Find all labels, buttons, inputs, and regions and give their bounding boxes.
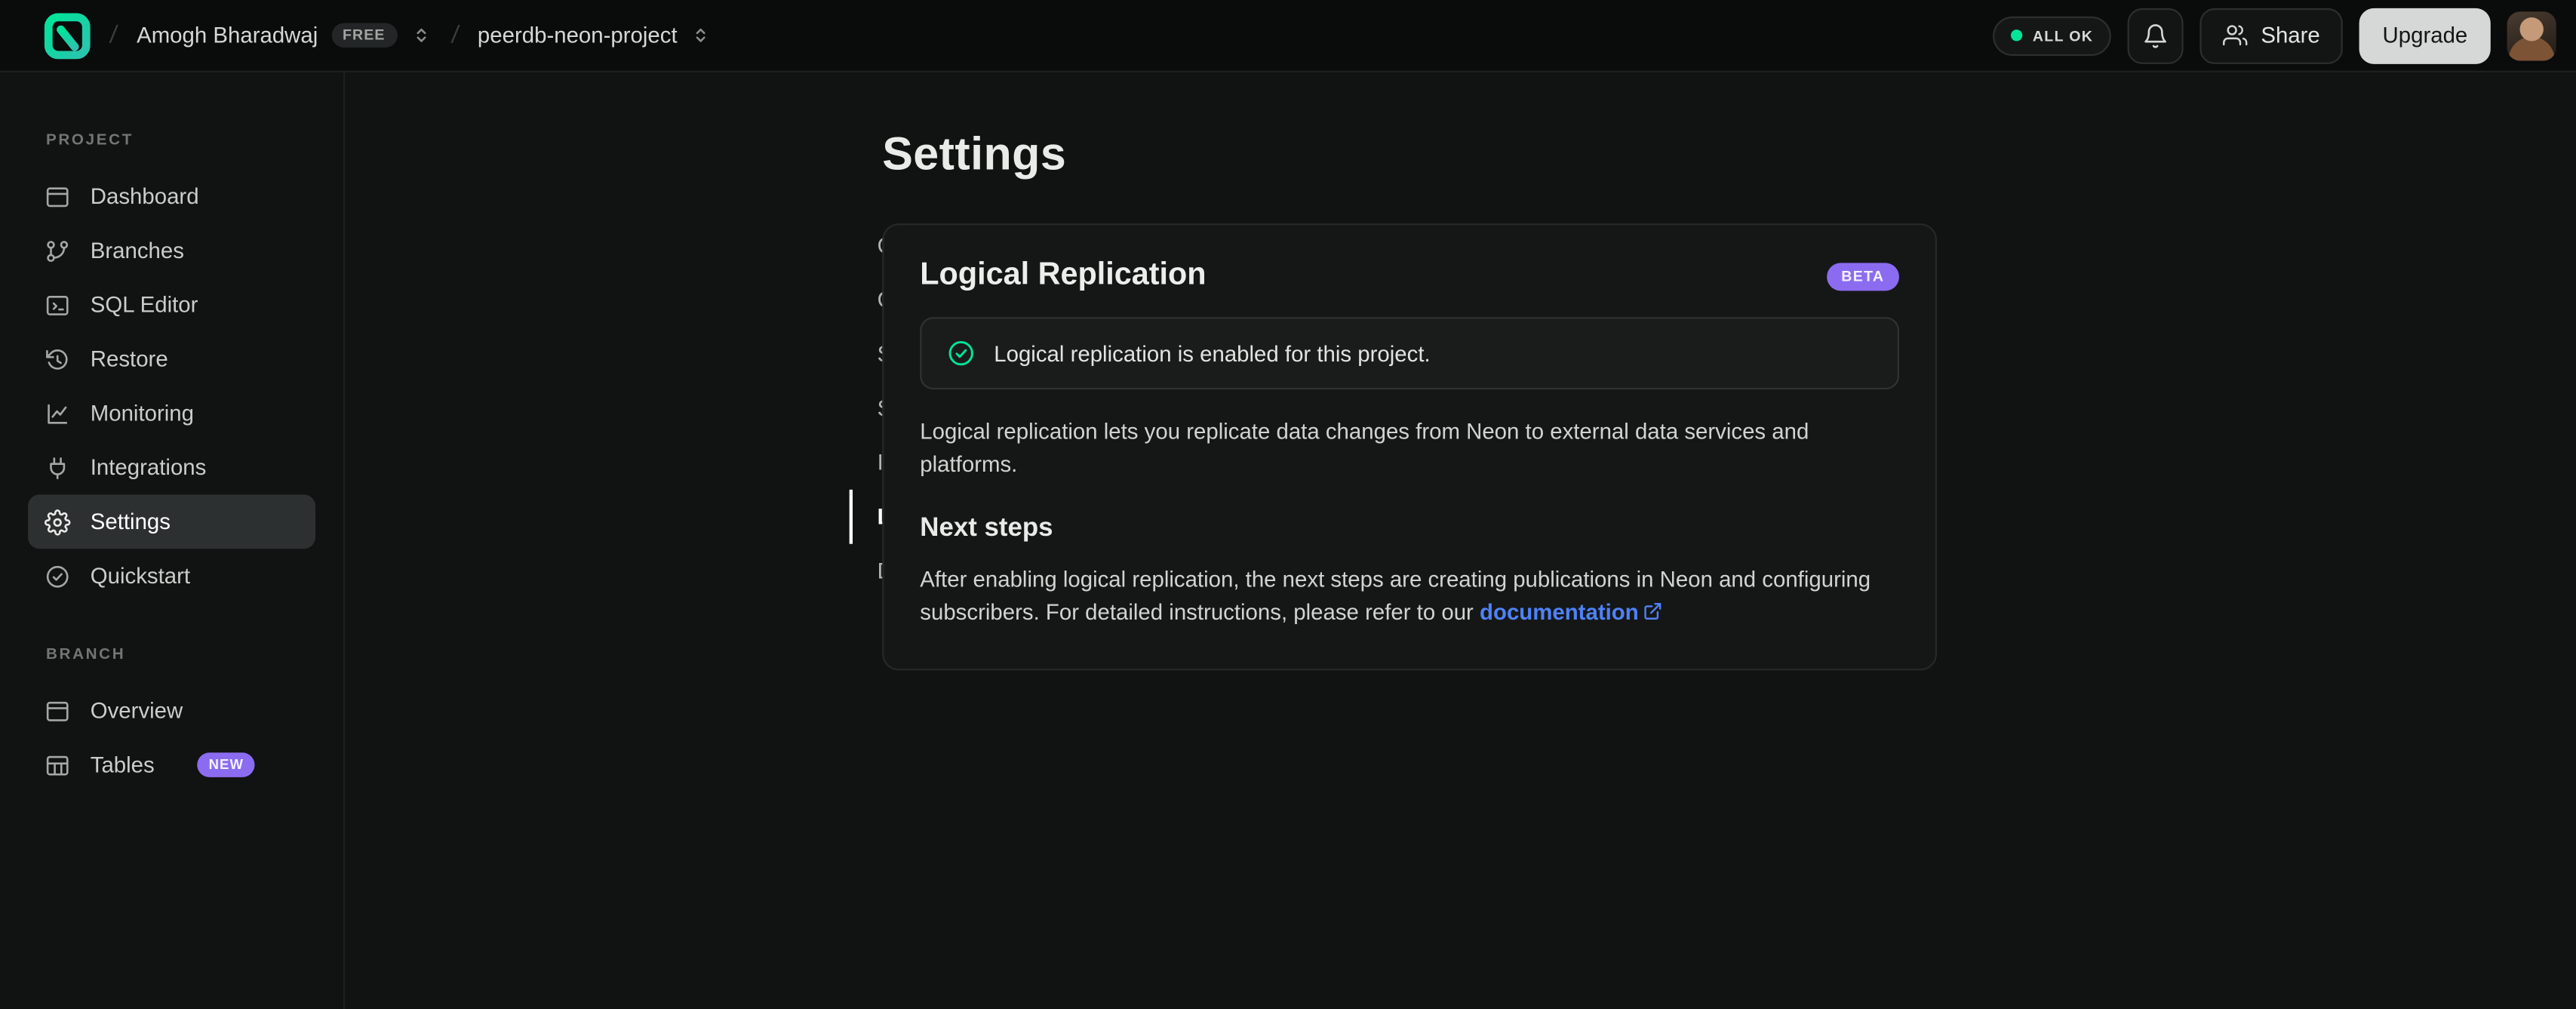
tables-icon [46, 755, 69, 775]
breadcrumb-separator: / [449, 21, 460, 50]
sidebar-item-label: Quickstart [90, 563, 191, 589]
quickstart-check-icon [46, 564, 69, 587]
enabled-banner-text: Logical replication is enabled for this … [994, 340, 1431, 366]
branches-icon [47, 240, 69, 261]
sidebar-item-overview[interactable]: Overview [28, 684, 315, 738]
next-steps-text: After enabling logical replication, the … [920, 564, 1899, 629]
share-button[interactable]: Share [2199, 7, 2344, 63]
sidebar-item-dashboard[interactable]: Dashboard [28, 169, 315, 223]
plan-badge: FREE [330, 23, 397, 48]
status-label: ALL OK [2032, 26, 2094, 44]
integrations-icon [50, 457, 66, 478]
neon-logo-icon[interactable] [44, 12, 91, 59]
org-selector[interactable]: Amogh Bharadwaj FREE [137, 23, 431, 48]
monitoring-icon [48, 403, 68, 423]
sidebar-item-restore[interactable]: Restore [28, 332, 315, 386]
sidebar-item-quickstart[interactable]: Quickstart [28, 549, 315, 603]
beta-badge: BETA [1826, 262, 1899, 291]
sidebar-section-project: PROJECT [45, 131, 134, 150]
sidebar-item-monitoring[interactable]: Monitoring [28, 386, 315, 441]
overview-icon [46, 700, 69, 721]
sql-editor-icon [46, 294, 69, 315]
documentation-link[interactable]: documentation [1480, 600, 1639, 625]
status-pill[interactable]: ALL OK [1993, 15, 2112, 55]
card-title: Logical Replication [920, 257, 1207, 293]
replication-description: Logical replication lets you replicate d… [920, 419, 1809, 477]
sidebar-item-tables[interactable]: Tables NEW [28, 738, 315, 792]
external-link-icon [1645, 602, 1662, 620]
sidebar-item-label: Tables [90, 752, 155, 777]
logical-replication-card: Logical Replication BETA Logical replica… [882, 223, 1938, 671]
page-title: Settings [882, 128, 1067, 180]
sidebar-item-label: Restore [90, 346, 168, 372]
bell-icon [2144, 23, 2167, 48]
sidebar-item-label: Overview [90, 698, 183, 724]
sidebar-item-label: SQL Editor [90, 292, 198, 318]
sidebar-item-label: Settings [90, 509, 171, 534]
sidebar: PROJECT Dashboard Branches SQL Editor Re… [0, 72, 346, 1009]
sidebar-item-label: Dashboard [90, 183, 199, 209]
status-ok-dot [2011, 29, 2023, 42]
enabled-banner: Logical replication is enabled for this … [920, 317, 1899, 390]
main-content: Settings General Compute Storage Sharing… [345, 72, 2576, 1009]
chevrons-up-down-icon [696, 28, 706, 42]
project-name: peerdb-neon-project [477, 23, 678, 48]
check-circle-icon [948, 340, 973, 366]
next-steps-text-before: After enabling logical replication, the … [920, 567, 1871, 625]
org-name: Amogh Bharadwaj [137, 23, 318, 48]
sidebar-section-branch: BRANCH [45, 645, 126, 664]
sidebar-item-label: Branches [90, 238, 184, 263]
sidebar-item-label: Monitoring [90, 401, 194, 426]
breadcrumb-separator: / [108, 21, 119, 50]
sidebar-item-branches[interactable]: Branches [28, 223, 315, 278]
settings-gear-icon [45, 509, 71, 535]
users-icon [2223, 25, 2248, 46]
sidebar-item-sql-editor[interactable]: SQL Editor [28, 278, 315, 332]
restore-icon [46, 349, 68, 369]
sidebar-item-label: Integrations [90, 455, 207, 480]
upgrade-label: Upgrade [2382, 23, 2468, 48]
upgrade-button[interactable]: Upgrade [2359, 7, 2491, 63]
project-selector[interactable]: peerdb-neon-project [478, 23, 712, 48]
sidebar-item-integrations[interactable]: Integrations [28, 441, 315, 495]
sidebar-item-settings[interactable]: Settings [28, 494, 316, 549]
neon-console: / Amogh Bharadwaj FREE / peerdb-neon-pro… [0, 0, 2576, 1009]
notifications-button[interactable] [2127, 7, 2184, 63]
new-badge: NEW [197, 752, 256, 777]
chevrons-up-down-icon [416, 28, 426, 42]
share-label: Share [2261, 23, 2320, 48]
top-bar: / Amogh Bharadwaj FREE / peerdb-neon-pro… [0, 0, 2576, 72]
user-avatar[interactable] [2507, 11, 2556, 60]
next-steps-title: Next steps [920, 514, 1053, 543]
dashboard-icon [46, 186, 69, 207]
